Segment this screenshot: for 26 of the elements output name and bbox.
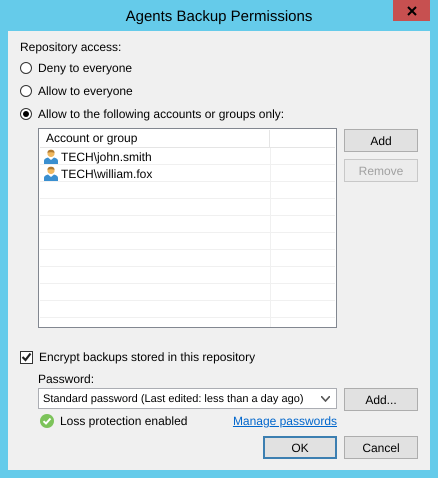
add-button[interactable]: Add: [344, 129, 418, 152]
radio-label: Deny to everyone: [38, 61, 132, 75]
password-label: Password:: [38, 372, 94, 386]
checkbox-label: Encrypt backups stored in this repository: [39, 350, 256, 364]
account-name[interactable]: TECH\william.fox: [61, 166, 152, 180]
account-name[interactable]: TECH\john.smith: [61, 150, 152, 164]
add-password-button[interactable]: Add...: [344, 388, 418, 411]
user-icon: [44, 166, 58, 181]
encrypt-checkbox[interactable]: [20, 350, 33, 364]
check-circle-icon: [40, 414, 54, 428]
password-dropdown[interactable]: Standard password (Last edited: less than a day ago): [38, 388, 337, 409]
ok-button[interactable]: OK: [263, 436, 337, 459]
radio-button[interactable]: [20, 108, 32, 120]
section-label: Repository access:: [20, 40, 122, 54]
radio-button[interactable]: [20, 85, 32, 97]
close-icon: [406, 6, 416, 16]
radio-label: Allow to the following accounts or groups only:: [38, 107, 284, 121]
radio-label: Allow to everyone: [38, 84, 133, 98]
window-title: Agents Backup Permissions: [126, 8, 312, 25]
status-text: Loss protection enabled: [60, 414, 188, 428]
cancel-button[interactable]: Cancel: [344, 436, 418, 459]
user-icon: [44, 149, 58, 164]
column-header[interactable]: Account or group: [40, 130, 270, 147]
close-button[interactable]: [393, 0, 430, 21]
manage-passwords-link[interactable]: Manage passwords: [232, 414, 337, 428]
radio-button[interactable]: [20, 62, 32, 74]
